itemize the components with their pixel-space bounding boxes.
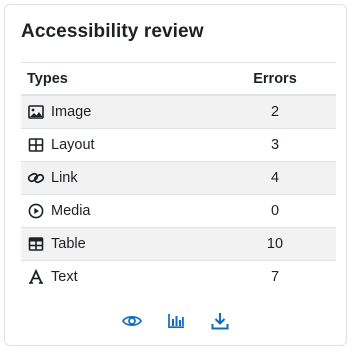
eye-icon [121, 316, 142, 326]
table-row-media: Media 0 [21, 194, 336, 228]
media-play-icon [27, 202, 45, 220]
errors-count: 3 [214, 128, 336, 162]
type-label: Layout [51, 137, 95, 153]
accessibility-table: Types Errors Image 2 Layout 3 Link 4 Med… [21, 62, 336, 293]
table-header-row: Types Errors [21, 62, 336, 96]
table-row-link: Link 4 [21, 161, 336, 195]
errors-count: 10 [214, 227, 336, 261]
download-icon [211, 313, 228, 330]
report-button[interactable] [164, 309, 188, 333]
table-row-text: Text 7 [21, 260, 336, 293]
types-column-header: Types [21, 62, 214, 96]
errors-count: 2 [214, 94, 336, 129]
table-icon [27, 235, 45, 253]
type-cell: Media [21, 194, 214, 228]
text-font-icon [27, 268, 45, 286]
errors-column-header: Errors [214, 62, 336, 96]
errors-count: 0 [214, 194, 336, 228]
type-cell: Link [21, 161, 214, 195]
accessibility-review-card: Accessibility review Types Errors Image … [4, 4, 347, 346]
type-label: Link [51, 170, 78, 186]
type-label: Image [51, 104, 92, 120]
layout-icon [27, 136, 45, 154]
type-cell: Text [21, 260, 214, 293]
table-row-table: Table 10 [21, 227, 336, 261]
type-label: Text [51, 269, 78, 285]
errors-count: 7 [214, 260, 336, 293]
type-cell: Table [21, 227, 214, 261]
view-button[interactable] [120, 309, 144, 333]
action-bar [5, 309, 346, 333]
image-icon [27, 103, 45, 121]
block-title: Accessibility review [21, 21, 204, 42]
type-label: Table [51, 236, 86, 252]
type-cell: Layout [21, 128, 214, 162]
table-row-image: Image 2 [21, 94, 336, 129]
table-row-layout: Layout 3 [21, 128, 336, 162]
errors-count: 4 [214, 161, 336, 195]
download-button[interactable] [208, 309, 232, 333]
bar-chart-icon [167, 314, 184, 329]
type-label: Media [51, 203, 91, 219]
link-icon [27, 169, 45, 187]
type-cell: Image [21, 94, 214, 129]
